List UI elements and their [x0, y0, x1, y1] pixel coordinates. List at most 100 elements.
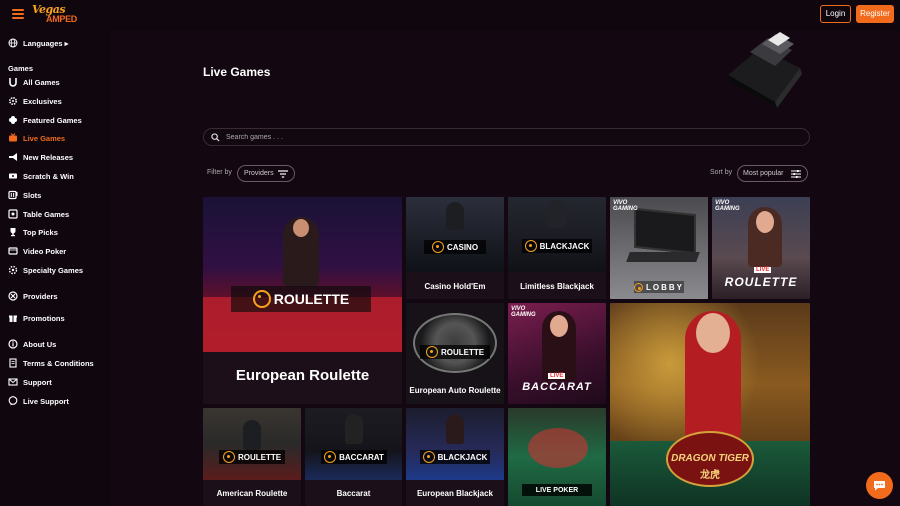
languages-menu[interactable]: Languages ▸ — [8, 36, 68, 50]
dealer — [550, 315, 568, 337]
search-icon — [211, 133, 220, 142]
game-title: European Auto Roulette — [409, 386, 501, 395]
sidebar-item-label: Featured Games — [23, 115, 82, 125]
live-label: LIVE — [548, 373, 566, 379]
sidebar-item-scratch-win[interactable]: Scratch & Win — [8, 169, 74, 183]
login-button[interactable]: Login — [820, 5, 851, 23]
sidebar-item-label: Video Poker — [23, 246, 67, 256]
trophy-icon — [8, 227, 18, 237]
game-tile-european-roulette[interactable]: ROULETTE European Roulette — [203, 197, 402, 404]
blackjack-badge: BLACKJACK — [522, 239, 592, 253]
game-tile-american-roulette[interactable]: ROULETTE American Roulette — [203, 408, 301, 506]
sidebar-item-label: About Us — [23, 339, 57, 349]
sort-value: Most popular — [743, 170, 784, 177]
game-title: American Roulette — [216, 489, 288, 498]
game-title: Baccarat — [336, 489, 371, 498]
laptop-screen — [634, 207, 696, 255]
languages-label: Languages ▸ — [23, 38, 69, 48]
vivo-logo: VIVO GAMING — [511, 306, 536, 318]
card-shoe-illustration — [728, 32, 802, 108]
game-tile-vivo-roulette[interactable]: VIVO GAMING LIVE ROULETTE — [712, 197, 810, 299]
dragon-tiger-sub: 龙虎 — [700, 470, 720, 481]
game-title: Limitless Blackjack — [520, 282, 594, 291]
game-tile-baccarat[interactable]: BACCARAT Baccarat — [305, 408, 402, 506]
horseshoe-icon — [8, 77, 18, 87]
roulette-label: ROULETTE — [724, 275, 798, 289]
video-icon — [8, 246, 18, 256]
filter-label: Filter by — [207, 169, 232, 176]
sidebar-item-label: Table Games — [23, 209, 70, 219]
sidebar-item-live-support[interactable]: Live Support — [8, 394, 69, 408]
document-icon — [8, 358, 18, 368]
sidebar-item-label: All Games — [23, 77, 60, 87]
casino-badge: CASINO — [424, 240, 486, 254]
sidebar-item-video-poker[interactable]: Video Poker — [8, 244, 66, 258]
sidebar-item-label: New Releases — [23, 152, 74, 162]
game-title: Casino Hold'Em — [424, 282, 486, 291]
sort-button[interactable]: Most popular — [737, 165, 808, 182]
sidebar-item-new-releases[interactable]: New Releases — [8, 150, 73, 164]
sidebar-item-label: Specialty Games — [23, 265, 84, 275]
sidebar-item-label: Exclusives — [23, 96, 62, 106]
search-input[interactable] — [226, 130, 786, 144]
roulette-badge: ROULETTE — [219, 450, 285, 464]
logo[interactable]: Vegas AMPED — [32, 3, 80, 27]
blackjack-badge: BLACKJACK — [420, 450, 490, 464]
megaphone-icon — [8, 152, 18, 162]
sidebar-item-terms[interactable]: Terms & Conditions — [8, 356, 94, 370]
game-tile-european-blackjack[interactable]: BLACKJACK European Blackjack — [406, 408, 504, 506]
search-bar[interactable] — [203, 128, 810, 146]
dealer — [696, 313, 730, 353]
game-tile-vivo-baccarat[interactable]: VIVO GAMING LIVE BACCARAT — [508, 303, 606, 404]
sidebar-item-table-games[interactable]: Table Games — [8, 207, 69, 221]
ticket-icon — [8, 171, 18, 181]
sidebar-item-support[interactable]: Support — [8, 375, 52, 389]
sidebar-item-featured-games[interactable]: Featured Games — [8, 113, 82, 127]
game-thumbnail — [203, 197, 402, 352]
roulette-badge: ROULETTE — [420, 345, 490, 359]
sidebar-item-label: Top Picks — [23, 227, 58, 237]
game-tile-live-poker[interactable]: LIVE POKER — [508, 408, 606, 506]
table-icon — [8, 209, 18, 219]
top-bar: Vegas AMPED Login Register — [0, 0, 900, 30]
laptop-base — [626, 252, 700, 262]
logo-line2: AMPED — [46, 14, 78, 24]
sidebar-item-exclusives[interactable]: Exclusives — [8, 94, 62, 108]
game-tile-european-auto-roulette[interactable]: ROULETTE European Auto Roulette — [406, 303, 504, 404]
sidebar-item-label: Live Games — [23, 133, 66, 143]
sidebar-item-about-us[interactable]: About Us — [8, 337, 56, 351]
menu-icon[interactable] — [12, 9, 24, 19]
game-tile-dragon-tiger[interactable]: DRAGON TIGER 龙虎 — [610, 303, 810, 506]
sidebar-item-providers[interactable]: Providers — [8, 289, 58, 303]
vivo-logo: VIVO GAMING — [715, 200, 740, 212]
live-label: LIVE — [754, 267, 772, 273]
game-title: European Roulette — [235, 367, 370, 384]
clover-icon — [8, 115, 18, 125]
sidebar-item-specialty-games[interactable]: Specialty Games — [8, 263, 83, 277]
game-tile-casino-holdem[interactable]: CASINO Casino Hold'Em — [406, 197, 504, 299]
roulette-wheel — [413, 313, 497, 373]
register-button[interactable]: Register — [856, 5, 894, 23]
sidebar: Languages ▸ Games All Games Exclusives F… — [0, 30, 110, 506]
live-chat-button[interactable] — [866, 472, 893, 499]
sidebar-item-live-games[interactable]: Live Games — [8, 131, 65, 145]
live-poker-badge: LIVE POKER — [522, 484, 592, 496]
globe-icon — [8, 38, 18, 48]
providers-filter-button[interactable]: Providers — [237, 165, 295, 182]
coin-icon — [222, 451, 235, 463]
sidebar-item-promotions[interactable]: Promotions — [8, 311, 65, 325]
coin-icon — [431, 241, 444, 253]
baccarat-label: BACCARAT — [522, 381, 592, 393]
game-tile-vivo-lobby[interactable]: VIVO GAMING LOBBY — [610, 197, 708, 299]
baccarat-badge: BACCARAT — [321, 450, 387, 464]
filter-value: Providers — [244, 170, 274, 177]
sidebar-item-top-picks[interactable]: Top Picks — [8, 225, 58, 239]
sidebar-item-slots[interactable]: Slots — [8, 188, 41, 202]
vivo-logo: VIVO GAMING — [613, 200, 638, 212]
game-thumbnail — [406, 197, 504, 272]
sidebar-item-all-games[interactable]: All Games — [8, 75, 60, 89]
game-tile-limitless-blackjack[interactable]: BLACKJACK Limitless Blackjack — [508, 197, 606, 299]
coin-icon — [252, 290, 271, 308]
sidebar-item-label: Providers — [23, 291, 58, 301]
sliders-icon — [791, 170, 801, 178]
